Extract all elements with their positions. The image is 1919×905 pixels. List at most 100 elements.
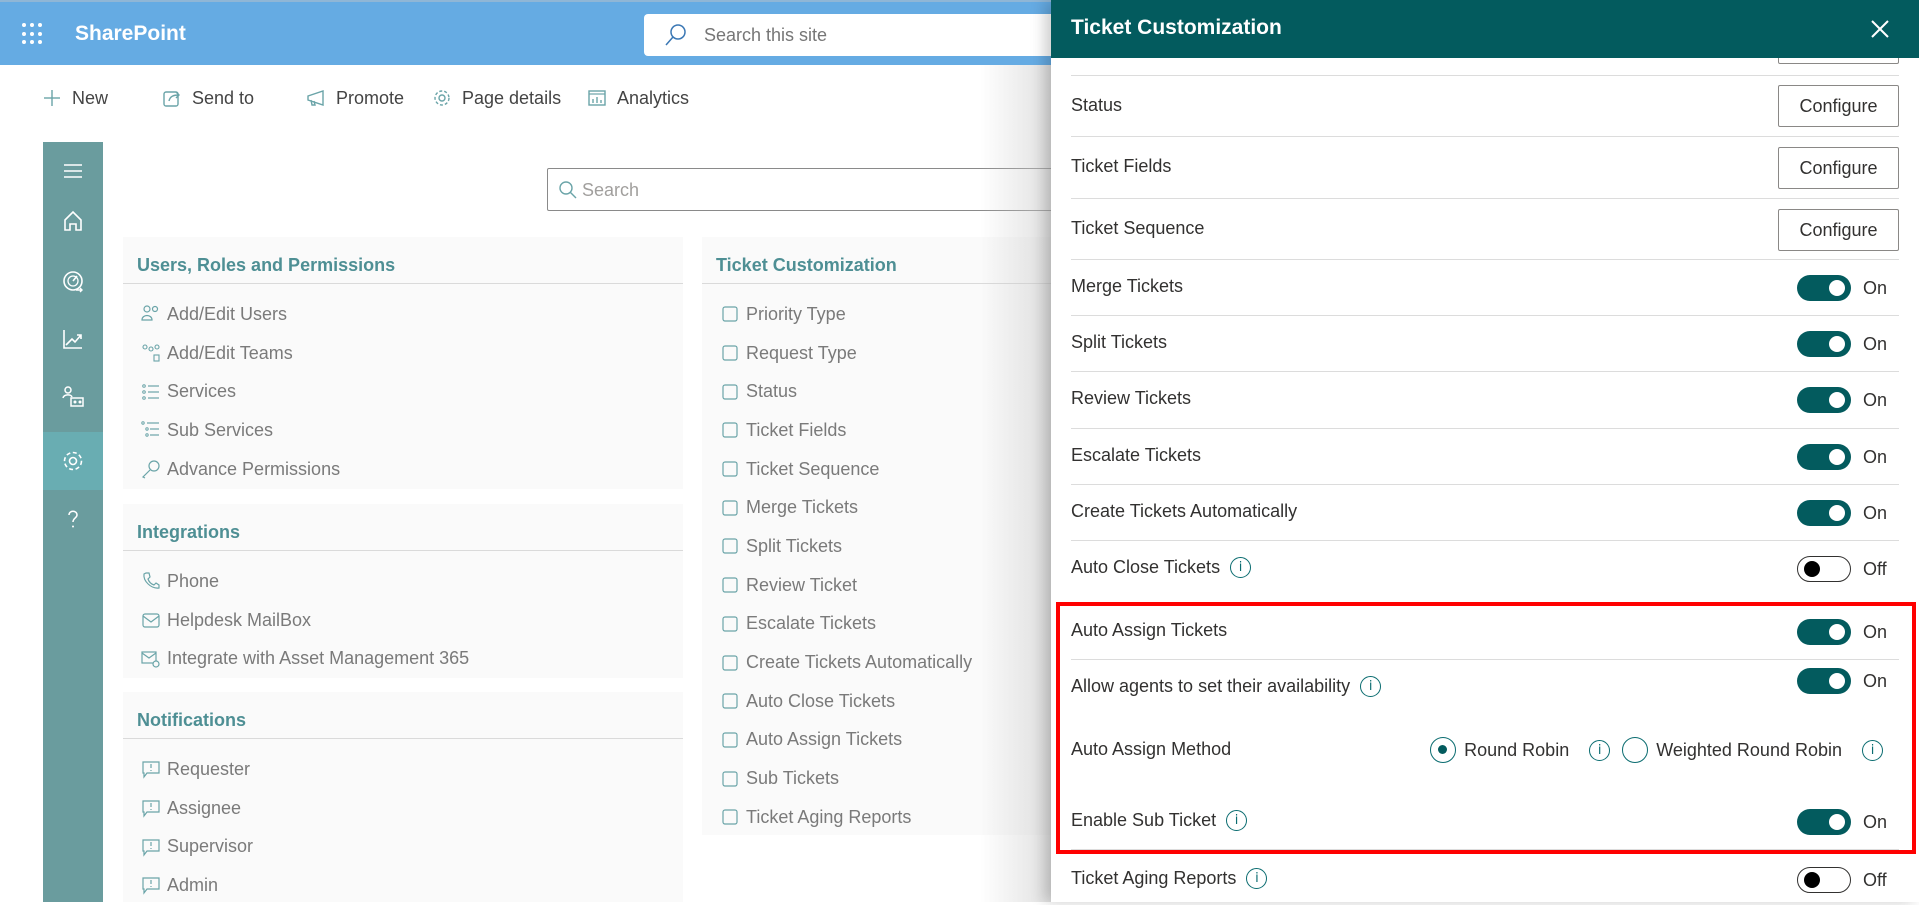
analytics-icon [588, 90, 606, 106]
gear-icon [63, 451, 83, 471]
radio-weighted-round-robin[interactable] [1622, 737, 1649, 763]
nav-agents[interactable] [43, 368, 103, 426]
page-details-button[interactable]: Page details [432, 85, 561, 111]
link-split-tickets[interactable]: Split Tickets [720, 527, 972, 566]
panel-row-split-tickets: Split Tickets On [1071, 316, 1899, 372]
escalate-tickets-toggle[interactable] [1797, 444, 1851, 470]
link-status[interactable]: Status [720, 372, 972, 411]
nav-settings[interactable] [43, 432, 103, 490]
info-icon[interactable]: i [1226, 810, 1248, 831]
share-icon [163, 91, 180, 107]
nav-home[interactable] [43, 192, 103, 250]
promote-button[interactable]: Promote [306, 85, 404, 111]
auto-close-icon [722, 693, 738, 709]
link-review-ticket[interactable]: Review Ticket [720, 566, 972, 605]
link-phone[interactable]: Phone [141, 562, 469, 601]
toggle-row-label: Review Tickets [1071, 388, 1192, 408]
link-sub-tickets[interactable]: Sub Tickets [720, 759, 972, 798]
chart-line-icon [63, 330, 82, 349]
auto-assign-toggle-group: On [1797, 619, 1889, 645]
link-sub-services[interactable]: Sub Services [141, 411, 340, 450]
analytics-button[interactable]: Analytics [587, 85, 689, 111]
configure-ticket-fields-button[interactable]: Configure [1778, 147, 1899, 189]
link-auto-close-tickets[interactable]: Auto Close Tickets [720, 682, 972, 721]
split-icon [722, 538, 738, 555]
nav-dashboard[interactable] [43, 252, 103, 310]
link-label: Merge Tickets [746, 497, 859, 518]
configure-ticket-sequence-button[interactable]: Configure [1778, 209, 1899, 251]
send-to-button[interactable]: Send to [162, 85, 254, 111]
info-icon[interactable]: i [1230, 557, 1252, 578]
link-label: Sub Tickets [746, 768, 840, 789]
panel-body[interactable]: Configure Status Configure Ticket Fields… [1051, 58, 1919, 902]
auto-assign-icon [722, 732, 738, 748]
link-supervisor[interactable]: Supervisor [141, 827, 253, 866]
users-roles-card: Users, Roles and Permissions Add/Edit Us… [123, 237, 683, 489]
link-add-edit-teams[interactable]: Add/Edit Teams [141, 334, 340, 373]
search-icon [559, 181, 577, 199]
link-ticket-fields[interactable]: Ticket Fields [720, 411, 972, 450]
link-asset-management[interactable]: Integrate with Asset Management 365 [141, 639, 469, 678]
link-requester[interactable]: Requester [141, 750, 253, 789]
link-helpdesk-mailbox[interactable]: Helpdesk MailBox [141, 601, 469, 640]
link-assignee[interactable]: Assignee [141, 789, 253, 828]
merge-tickets-toggle[interactable] [1797, 275, 1851, 301]
toggle-state: On [1863, 333, 1888, 354]
nav-reports[interactable] [43, 310, 103, 368]
sub-list-icon [141, 421, 159, 438]
info-icon[interactable]: i [1589, 739, 1611, 761]
info-icon[interactable]: i [1246, 868, 1268, 889]
ticket-icon [722, 422, 738, 439]
app-launcher-icon[interactable] [22, 23, 44, 45]
link-label: Assignee [167, 797, 242, 818]
info-icon[interactable]: i [1360, 676, 1382, 697]
new-button[interactable]: New [42, 85, 108, 111]
link-ticket-aging-reports[interactable]: Ticket Aging Reports [720, 798, 972, 837]
row-label: Merge Tickets [1071, 276, 1183, 297]
radio-round-robin[interactable] [1430, 737, 1457, 763]
link-label: Admin [167, 874, 219, 895]
configure-button[interactable]: Configure [1778, 58, 1899, 64]
link-escalate-tickets[interactable]: Escalate Tickets [720, 605, 972, 644]
escalate-icon [722, 616, 738, 632]
availability-label: Allow agents to set their availability [1071, 676, 1351, 696]
toggle-row-label: Auto Close Tickets [1071, 557, 1221, 577]
link-add-edit-users[interactable]: Add/Edit Users [141, 295, 340, 334]
link-services[interactable]: Services [141, 372, 340, 411]
panel-row-availability: Allow agents to set their availability i… [1071, 660, 1899, 790]
auto-close-tickets-toggle[interactable] [1797, 556, 1851, 582]
row-label: Enable Sub Ticket i [1071, 810, 1248, 831]
nav-help[interactable] [43, 490, 103, 548]
toggle-group: Off [1797, 556, 1889, 582]
link-merge-tickets[interactable]: Merge Tickets [720, 488, 972, 527]
enable-sub-ticket-toggle[interactable] [1797, 809, 1851, 835]
link-admin[interactable]: Admin [141, 866, 253, 905]
link-advance-permissions[interactable]: Advance Permissions [141, 450, 340, 489]
ticket-aging-toggle[interactable] [1797, 867, 1851, 893]
info-icon[interactable]: i [1862, 739, 1883, 761]
app-name[interactable]: SharePoint [75, 22, 186, 46]
review-tickets-toggle[interactable] [1797, 387, 1851, 413]
availability-toggle[interactable] [1797, 668, 1851, 694]
toggle-state: Off [1863, 558, 1887, 579]
auto-assign-toggle[interactable] [1797, 619, 1851, 645]
panel-row-enable-sub-ticket: Enable Sub Ticket i On [1071, 794, 1899, 850]
toggle-state: On [1863, 670, 1888, 691]
create-tickets-automatically-toggle[interactable] [1797, 500, 1851, 526]
toggle-row-label: Escalate Tickets [1071, 445, 1202, 465]
ticket-sequence-icon [722, 461, 738, 477]
panel-row-ticket-fields: Ticket Fields Configure [1071, 137, 1899, 199]
configure-status-button[interactable]: Configure [1778, 85, 1899, 127]
hamburger-icon [64, 164, 82, 178]
link-priority-type[interactable]: Priority Type [720, 295, 972, 334]
link-create-tickets-automatically[interactable]: Create Tickets Automatically [720, 643, 972, 682]
toggle-row-label: Merge Tickets [1071, 276, 1184, 296]
split-tickets-toggle[interactable] [1797, 331, 1851, 357]
link-ticket-sequence[interactable]: Ticket Sequence [720, 450, 972, 489]
link-auto-assign-tickets[interactable]: Auto Assign Tickets [720, 721, 972, 760]
toggle-row-label: Create Tickets Automatically [1071, 501, 1298, 521]
link-request-type[interactable]: Request Type [720, 334, 972, 373]
site-search-input[interactable]: Search this site [644, 14, 1084, 56]
close-icon[interactable] [1867, 16, 1893, 42]
panel-row-ticket-sequence: Ticket Sequence Configure [1071, 199, 1899, 260]
